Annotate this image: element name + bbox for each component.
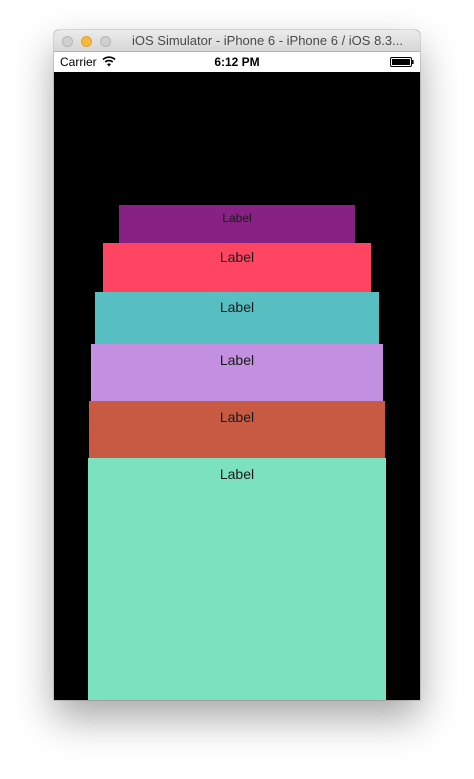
title-bar[interactable]: iOS Simulator - iPhone 6 - iPhone 6 / iO… xyxy=(54,30,420,52)
card-label: Label xyxy=(219,409,255,425)
card-label: Label xyxy=(222,211,252,225)
minimize-button[interactable] xyxy=(81,36,92,47)
battery-full-icon xyxy=(390,57,414,67)
stack-card-6[interactable]: Label xyxy=(88,458,386,700)
stack-card-3[interactable]: Label xyxy=(95,292,379,344)
zoom-button[interactable] xyxy=(100,36,111,47)
card-label: Label xyxy=(219,352,255,368)
app-screen: Label Label Label Label Label Label xyxy=(54,72,420,700)
ios-status-bar: Carrier 6:12 PM xyxy=(54,52,420,72)
stack-card-2[interactable]: Label xyxy=(103,243,371,292)
stack-card-1[interactable]: Label xyxy=(119,205,355,243)
simulator-window: iOS Simulator - iPhone 6 - iPhone 6 / iO… xyxy=(54,30,420,700)
status-time: 6:12 PM xyxy=(214,55,260,69)
card-label: Label xyxy=(219,249,255,265)
stack-card-4[interactable]: Label xyxy=(91,344,383,401)
card-label: Label xyxy=(219,466,255,482)
window-title: iOS Simulator - iPhone 6 - iPhone 6 / iO… xyxy=(132,33,403,48)
stack-card-5[interactable]: Label xyxy=(89,401,385,458)
close-button[interactable] xyxy=(62,36,73,47)
card-label: Label xyxy=(219,299,255,315)
